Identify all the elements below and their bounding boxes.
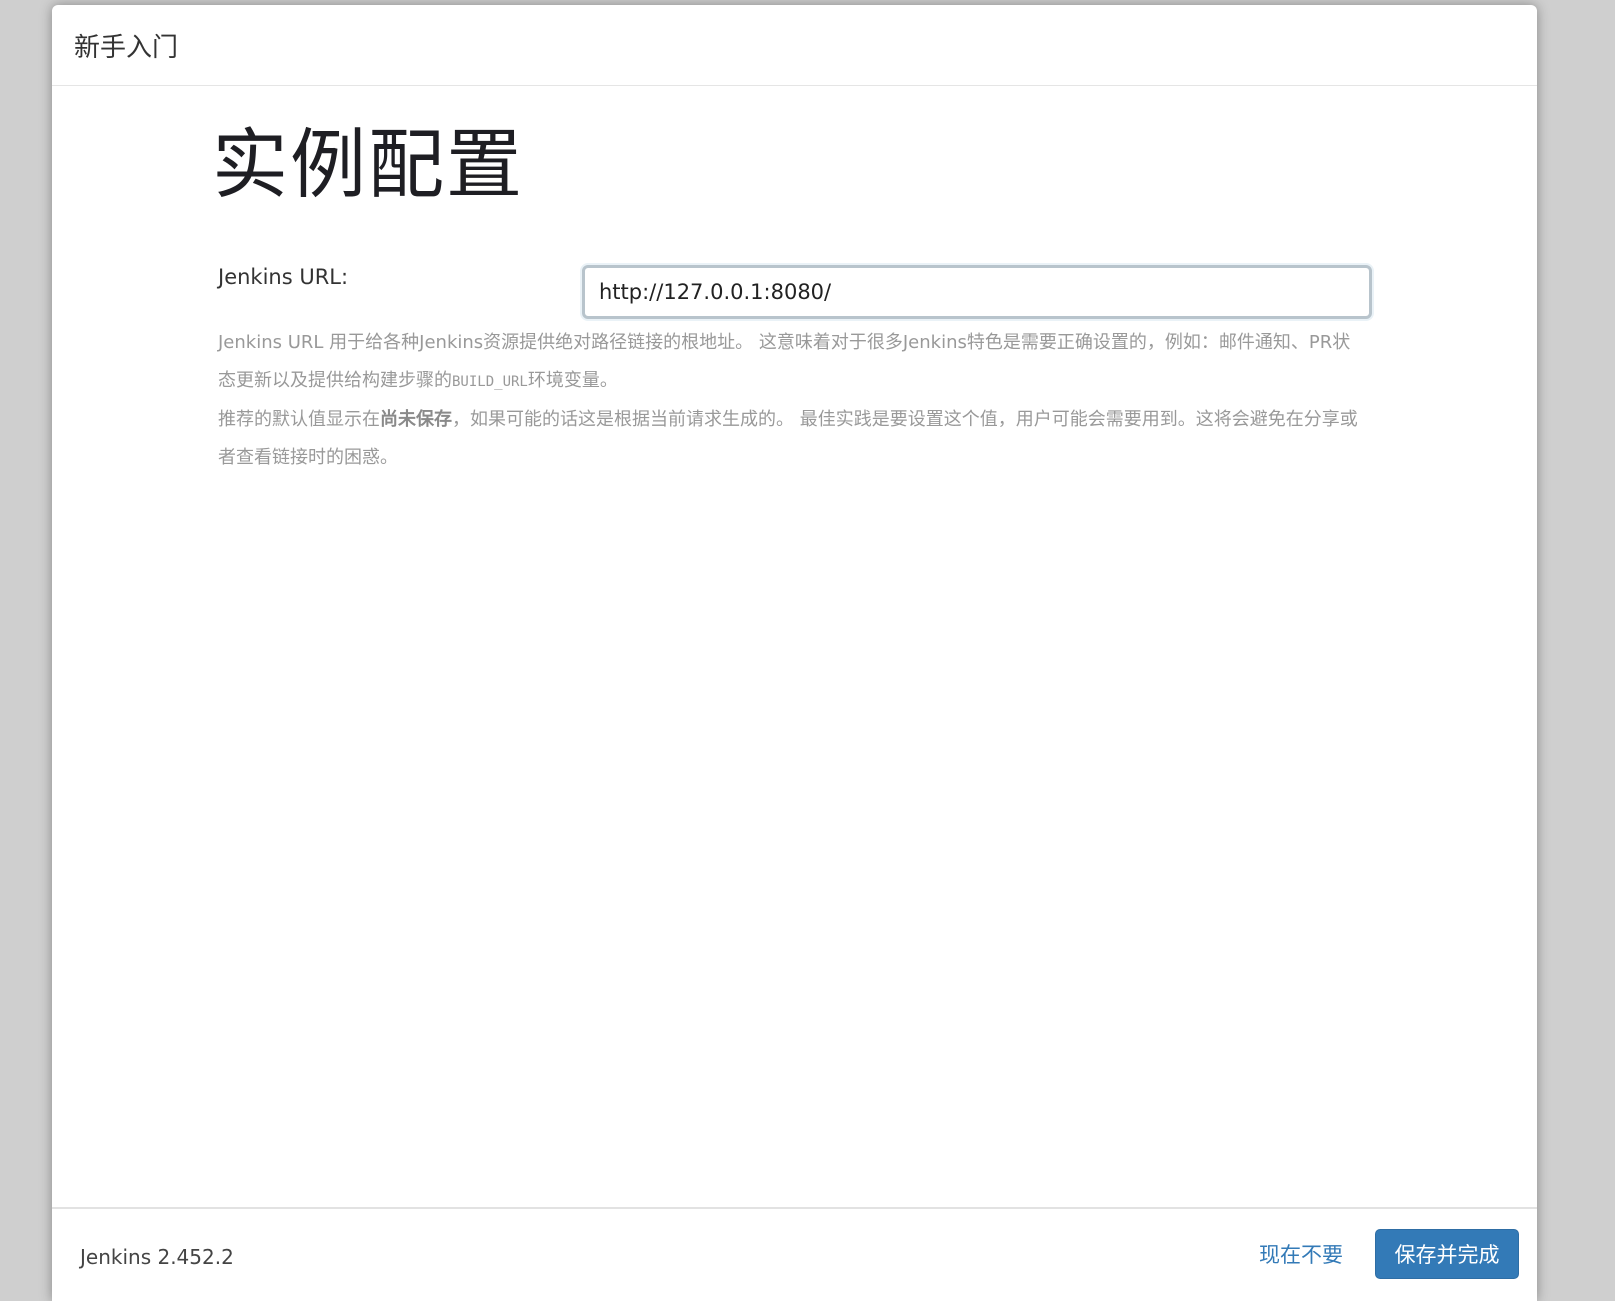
jenkins-url-input[interactable] [582, 265, 1372, 319]
setup-wizard-dialog: 新手入门 实例配置 Jenkins URL: Jenkins URL 用于给各种… [52, 5, 1537, 1301]
help-paragraph-2: 推荐的默认值显示在尚未保存，如果可能的话这是根据当前请求生成的。 最佳实践是要设… [218, 401, 1363, 476]
help-text-segment: Jenkins URL 用于给各种Jenkins资源提供绝对路径链接的根地址。 … [218, 332, 1351, 391]
build-url-code: BUILD_URL [452, 373, 528, 390]
help-text-segment: 环境变量。 [527, 369, 618, 391]
jenkins-version: Jenkins 2.452.2 [80, 1245, 234, 1269]
save-and-finish-button[interactable]: 保存并完成 [1375, 1229, 1519, 1279]
dialog-body: 实例配置 Jenkins URL: Jenkins URL 用于给各种Jenki… [52, 87, 1537, 1207]
skip-button[interactable]: 现在不要 [1259, 1239, 1343, 1269]
help-text-segment: 推荐的默认值显示在 [218, 409, 380, 430]
dialog-header: 新手入门 [52, 5, 1537, 86]
not-saved-emphasis: 尚未保存 [380, 409, 452, 430]
jenkins-url-label: Jenkins URL: [218, 265, 349, 289]
dialog-footer: Jenkins 2.452.2 现在不要 保存并完成 [52, 1207, 1537, 1301]
page-title: 实例配置 [212, 120, 524, 209]
help-text: Jenkins URL 用于给各种Jenkins资源提供绝对路径链接的根地址。 … [218, 324, 1363, 476]
help-paragraph-1: Jenkins URL 用于给各种Jenkins资源提供绝对路径链接的根地址。 … [218, 324, 1363, 401]
dialog-title: 新手入门 [74, 32, 179, 63]
